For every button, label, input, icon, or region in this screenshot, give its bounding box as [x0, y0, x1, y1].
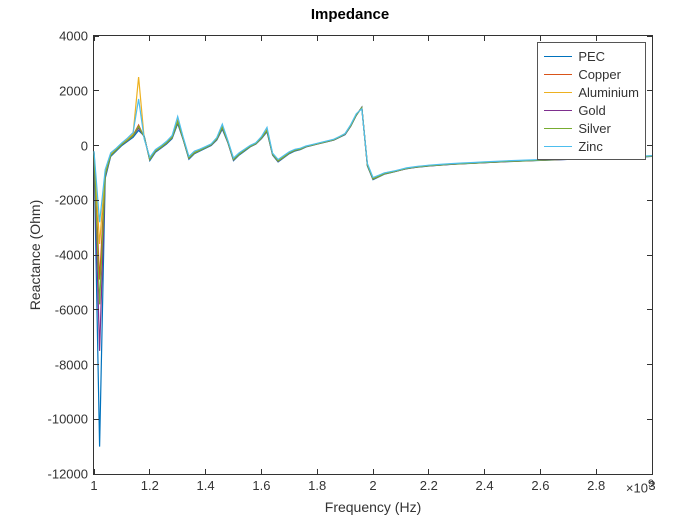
- legend-swatch: [544, 146, 572, 147]
- legend-label: Gold: [578, 103, 605, 118]
- figure-window: Impedance Reactance (Ohm) Frequency (Hz)…: [0, 0, 700, 525]
- x-tick-label: 2.2: [420, 474, 438, 493]
- y-tick-label: -10000: [48, 412, 94, 427]
- legend-swatch: [544, 110, 572, 111]
- legend[interactable]: PEC Copper Aluminium Gold Silver Zinc: [537, 42, 646, 160]
- x-tick-label: 1: [90, 474, 97, 493]
- x-tick-label: 2.6: [531, 474, 549, 493]
- legend-label: PEC: [578, 49, 605, 64]
- x-tick-label: 2.8: [587, 474, 605, 493]
- y-tick-label: -8000: [55, 357, 94, 372]
- plot-axes[interactable]: PECCopperAluminiumGoldSilverZinc -12000-…: [93, 35, 653, 475]
- y-tick-label: -4000: [55, 248, 94, 263]
- legend-item[interactable]: Silver: [544, 119, 639, 137]
- y-tick-label: 4000: [59, 29, 94, 44]
- y-tick-label: -2000: [55, 193, 94, 208]
- legend-item[interactable]: Gold: [544, 101, 639, 119]
- y-tick-label: -12000: [48, 467, 94, 482]
- y-tick-label: 2000: [59, 83, 94, 98]
- legend-item[interactable]: Aluminium: [544, 83, 639, 101]
- legend-swatch: [544, 128, 572, 129]
- x-axis-label: Frequency (Hz): [325, 499, 421, 515]
- legend-item[interactable]: PEC: [544, 47, 639, 65]
- legend-label: Silver: [578, 121, 611, 136]
- legend-label: Aluminium: [578, 85, 639, 100]
- y-tick-label: 0: [81, 138, 94, 153]
- legend-swatch: [544, 92, 572, 93]
- legend-swatch: [544, 74, 572, 75]
- legend-swatch: [544, 56, 572, 57]
- x-tick-label: 2: [369, 474, 376, 493]
- x-tick-label: 1.4: [197, 474, 215, 493]
- y-tick-label: -6000: [55, 302, 94, 317]
- legend-item[interactable]: Copper: [544, 65, 639, 83]
- x-tick-label: 2.4: [476, 474, 494, 493]
- x-tick-label: 1.8: [308, 474, 326, 493]
- y-axis-label: Reactance (Ohm): [27, 200, 43, 310]
- x-exponent-label: ×109: [626, 474, 654, 495]
- legend-label: Zinc: [578, 139, 603, 154]
- x-tick-label: 1.2: [141, 474, 159, 493]
- chart-title: Impedance: [0, 6, 700, 23]
- x-tick-label: 1.6: [252, 474, 270, 493]
- legend-item[interactable]: Zinc: [544, 137, 639, 155]
- legend-label: Copper: [578, 67, 621, 82]
